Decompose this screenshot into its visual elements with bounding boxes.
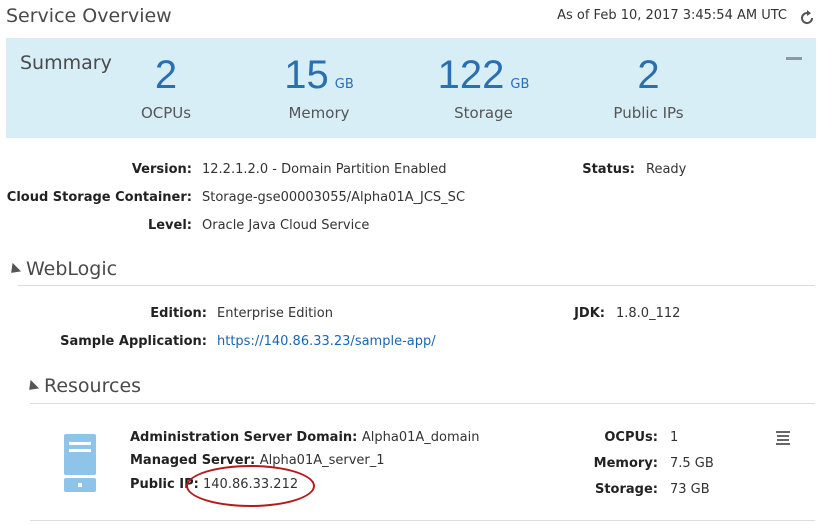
memory-unit: GB — [334, 77, 354, 92]
level-value: Oracle Java Cloud Service — [202, 218, 370, 233]
resource-memory-label: Memory: — [593, 456, 658, 471]
highlight-ellipse — [186, 465, 315, 507]
jdk-value: 1.8.0_112 — [616, 306, 681, 321]
resource-row: Administration Server Domain: Alpha01A_d… — [130, 430, 480, 445]
storage-value: 122 — [437, 53, 505, 97]
cloud-storage-container-label: Cloud Storage Container: — [6, 190, 192, 205]
edition-value: Enterprise Edition — [217, 306, 333, 321]
resources-title: Resources — [44, 375, 142, 397]
memory-caption: Memory — [288, 104, 350, 122]
memory-metric: 15 GB Memory — [264, 52, 374, 122]
resources-section-toggle[interactable]: Resources — [24, 375, 142, 397]
jdk-label: JDK: — [574, 306, 605, 321]
cloud-storage-container-value: Storage-gse00003055/Alpha01A_JCS_SC — [202, 190, 466, 205]
memory-value: 15 — [284, 53, 329, 97]
version-value: 12.2.1.2.0 - Domain Partition Enabled — [202, 162, 447, 177]
public-ips-caption: Public IPs — [613, 104, 684, 122]
menu-icon[interactable] — [775, 430, 791, 446]
version-label: Version: — [131, 162, 192, 177]
storage-caption: Storage — [454, 104, 513, 122]
weblogic-section-toggle[interactable]: WebLogic — [6, 258, 118, 280]
storage-unit: GB — [510, 77, 530, 92]
status-value: Ready — [646, 162, 687, 177]
admin-domain-value: Alpha01A_domain — [361, 430, 480, 445]
resource-storage-label: Storage: — [594, 482, 658, 497]
edition-label: Edition: — [150, 306, 207, 321]
sample-application-link[interactable]: https://140.86.33.23/sample-app/ — [217, 334, 436, 349]
bottom-divider — [30, 520, 815, 521]
resource-storage-value: 73 GB — [670, 482, 710, 497]
weblogic-title: WebLogic — [26, 258, 118, 280]
ocpus-caption: OCPUs — [140, 104, 192, 122]
status-label: Status: — [582, 162, 635, 177]
collapse-triangle-icon — [24, 379, 40, 394]
resource-ocpus-label: OCPUs: — [604, 430, 658, 445]
resources-divider — [30, 403, 815, 404]
ocpus-metric: 2 OCPUs — [121, 52, 211, 122]
resource-memory-value: 7.5 GB — [670, 456, 714, 471]
level-label: Level: — [147, 218, 192, 233]
refresh-icon[interactable] — [797, 8, 817, 28]
resource-ocpus-value: 1 — [670, 430, 679, 445]
collapse-triangle-icon — [6, 262, 22, 277]
summary-panel: Summary 2 OCPUs 15 GB Memory 122 GB Storag… — [6, 38, 816, 138]
admin-domain-label: Administration Server Domain: — [130, 430, 358, 445]
as-of-timestamp: As of Feb 10, 2017 3:45:54 AM UTC — [557, 8, 787, 23]
weblogic-divider — [18, 285, 815, 286]
public-ips-metric: 2 Public IPs — [596, 52, 701, 122]
summary-title: Summary — [20, 52, 112, 74]
sample-application-label: Sample Application: — [60, 334, 207, 349]
minus-icon[interactable] — [786, 57, 802, 60]
page-title: Service Overview — [6, 5, 172, 27]
managed-server-value: Alpha01A_server_1 — [259, 453, 385, 468]
ocpus-value: 2 — [154, 53, 178, 97]
server-icon — [64, 434, 96, 492]
public-ips-value: 2 — [637, 53, 660, 97]
storage-metric: 122 GB Storage — [426, 52, 541, 122]
